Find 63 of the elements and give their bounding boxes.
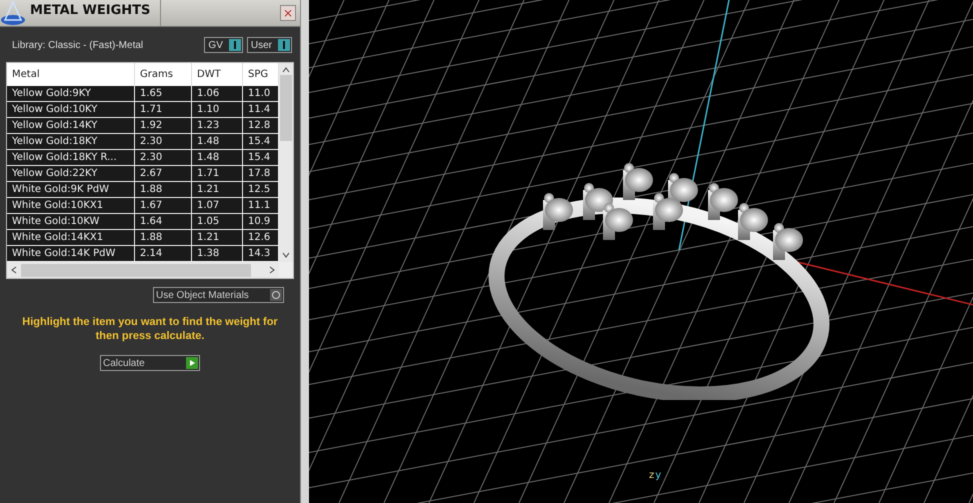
table-cell: 1.48 [192,150,243,166]
table-cell: 1.05 [192,214,243,230]
play-icon [186,357,198,369]
table-cell: 1.88 [135,230,192,246]
table-cell: 1.65 [135,86,192,102]
vertical-scrollbar[interactable] [279,63,293,262]
pyramid-logo-icon [0,0,26,26]
table-cell: 10.9 [243,214,279,230]
table-cell: 2.14 [135,246,192,262]
table-cell: 1.07 [192,198,243,214]
table-cell: White Gold:14KX1 [7,230,135,246]
table-cell: 15.4 [243,134,279,150]
column-header[interactable]: Grams [135,63,192,86]
horizontal-scrollbar[interactable] [7,262,279,278]
table-cell: 1.23 [192,118,243,134]
axis-label: y [655,470,662,481]
table-cell: 1.92 [135,118,192,134]
table-cell: 11.1 [243,198,279,214]
table-cell: White Gold:10KX1 [7,198,135,214]
table-cell: 1.48 [192,134,243,150]
table-cell: 1.10 [192,102,243,118]
table-cell: 12.6 [243,230,279,246]
table-cell: 15.4 [243,150,279,166]
table-cell: 2.67 [135,166,192,182]
table-cell: 2.30 [135,134,192,150]
library-label: Library: Classic - (Fast)-Metal [12,40,144,50]
table-cell: 2.30 [135,150,192,166]
table-cell: 12.5 [243,182,279,198]
table-cell: Yellow Gold:9KY [7,86,135,102]
table-cell: 1.21 [192,182,243,198]
table-cell: White Gold:14K PdW [7,246,135,262]
table-cell: White Gold:9K PdW [7,182,135,198]
table-cell: 1.38 [192,246,243,262]
table-cell: Yellow Gold:10KY [7,102,135,118]
panel-title: METAL WEIGHTS [26,0,162,26]
table-cell: 1.71 [192,166,243,182]
table-cell: Yellow Gold:22KY [7,166,135,182]
table-cell: 1.21 [192,230,243,246]
column-header[interactable]: SPG [243,63,279,86]
table-cell: 11.4 [243,102,279,118]
table-cell: 1.71 [135,102,192,118]
toggle-switch[interactable]: User [246,37,292,53]
axis-label: z [649,470,654,481]
table-cell: White Gold:10KW [7,214,135,230]
calculate-button[interactable]: Calculate [100,355,200,371]
close-button[interactable]: × [280,5,296,21]
instruction-text: Highlight the item you want to find the weight for then press calculate. [21,315,279,343]
table-cell: 1.88 [135,182,192,198]
table-cell: Yellow Gold:14KY [7,118,135,134]
table-cell: 11.0 [243,86,279,102]
use-object-materials-option[interactable]: Use Object Materials [153,287,284,303]
table-cell: Yellow Gold:18KY [7,134,135,150]
table-cell: 12.8 [243,118,279,134]
table-cell: 17.8 [243,166,279,182]
toggle-switch[interactable]: GV [204,37,243,53]
table-cell: 1.06 [192,86,243,102]
column-header[interactable]: DWT [192,63,243,86]
table-cell: 1.64 [135,214,192,230]
column-header[interactable]: Metal [7,63,135,86]
table-cell: Yellow Gold:18KY R... [7,150,135,166]
table-cell: 1.67 [135,198,192,214]
3d-viewport[interactable]: zy [309,0,973,503]
table-cell: 14.3 [243,246,279,262]
